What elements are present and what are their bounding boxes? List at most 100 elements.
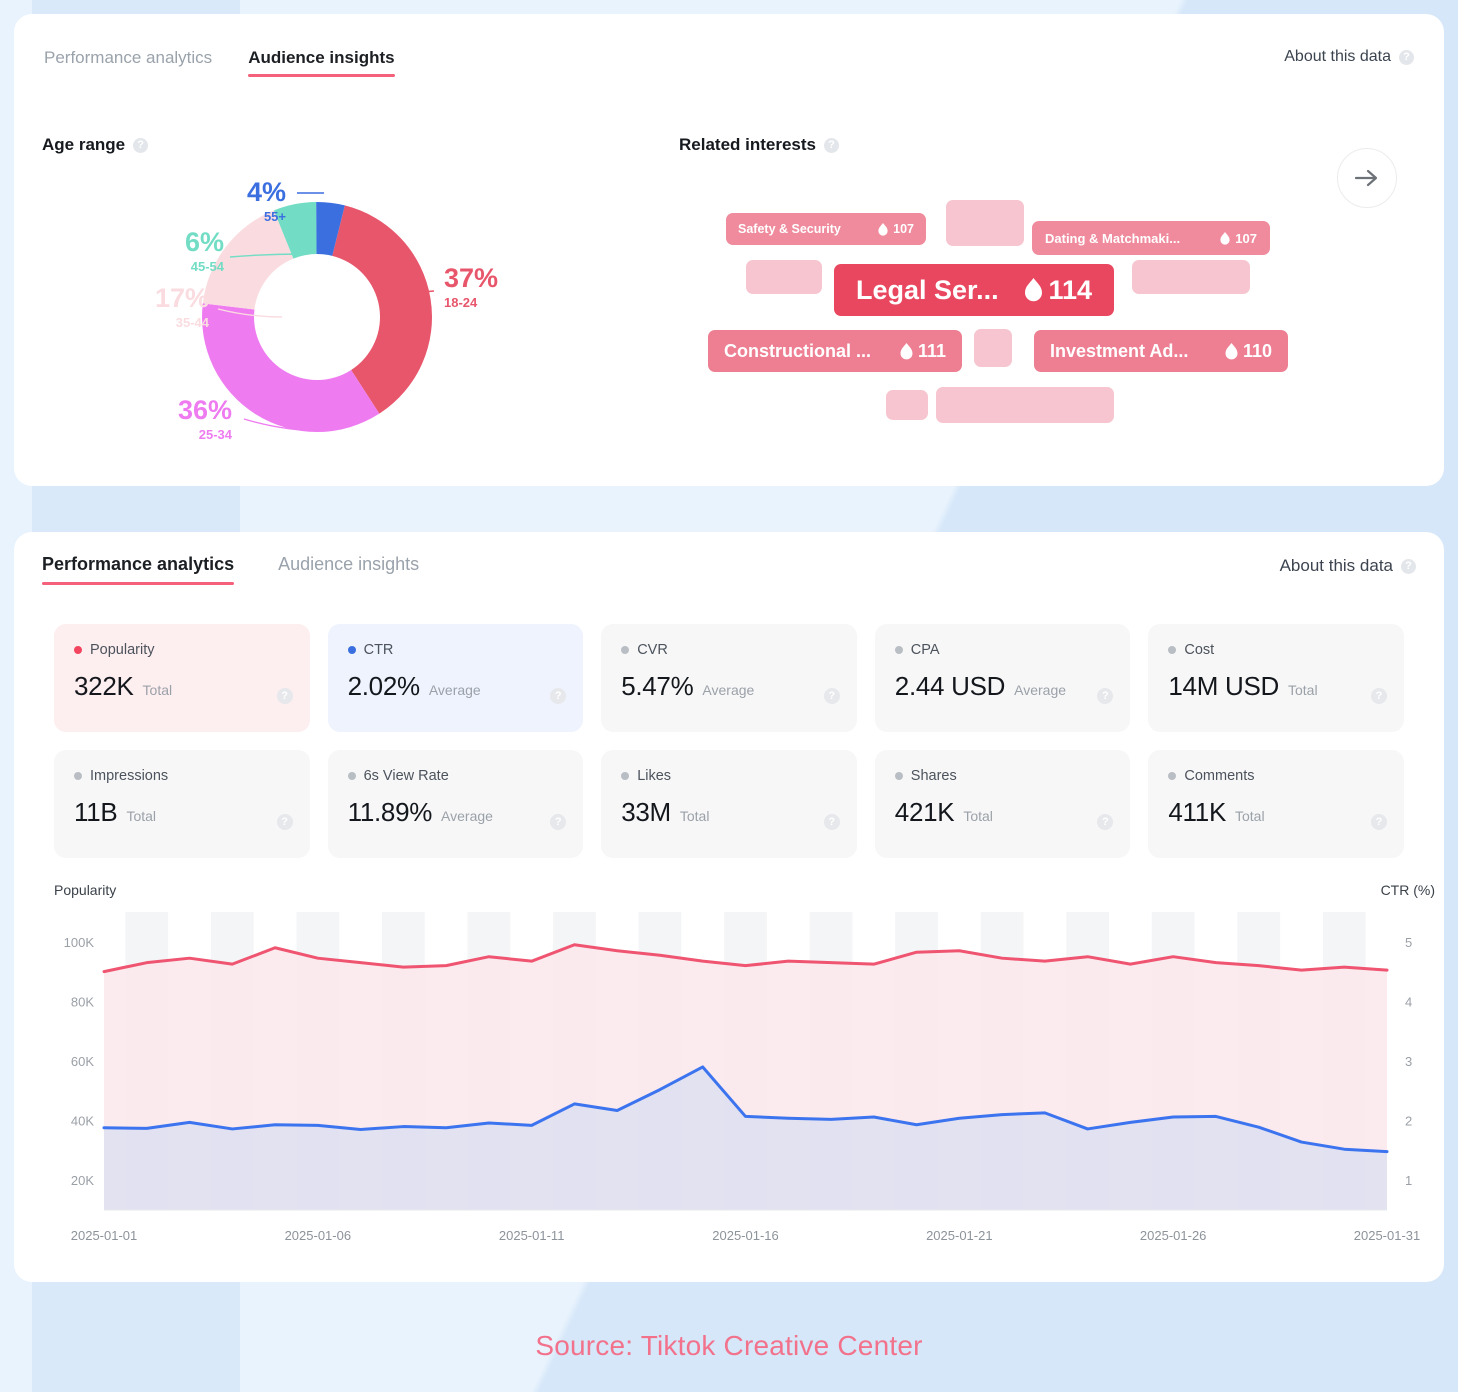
flame-icon [1220,231,1230,245]
interest-chip-dating-matchmaking[interactable]: Dating & Matchmaki... 107 [1032,221,1270,255]
kpi-name: Shares [910,768,957,784]
flame-icon [1025,278,1043,302]
kpi-name: CVR [637,642,668,658]
kpi-value-row: 421K Total [895,797,1113,828]
kpi-value-row: 411K Total [1168,797,1386,828]
interest-chip-legal-services[interactable]: Legal Ser... 114 [834,264,1114,316]
kpi-value-row: 2.44 USD Average [895,671,1113,702]
age-range-title: Age range ? [42,135,149,155]
help-icon[interactable]: ? [1371,688,1387,704]
kpi-color-dot [894,772,903,780]
kpi-card-shares[interactable]: Shares 421K Total? [874,750,1131,858]
arrow-right-icon [1354,169,1378,187]
interest-score: 107 [878,222,914,236]
kpi-card-ctr[interactable]: CTR 2.02% Average? [327,624,584,732]
help-icon[interactable]: ? [133,137,149,153]
kpi-header: CTR [347,642,566,658]
help-icon[interactable]: ? [1401,558,1416,574]
interest-chip-placeholder [886,390,928,420]
interest-label: Constructional ... [724,340,872,361]
kpi-unit: Average [441,808,493,824]
kpi-color-dot [621,646,630,654]
kpi-color-dot [74,772,82,780]
kpi-name: Popularity [90,642,155,658]
kpi-unit: Total [1234,808,1265,824]
kpi-header: 6s View Rate [347,768,566,784]
y-axis-left-tick: 20K [71,1173,94,1188]
interest-chip-constructional[interactable]: Constructional ... 111 [708,330,962,372]
help-icon[interactable]: ? [1371,814,1387,830]
kpi-card-comments[interactable]: Comments 411K Total? [1148,750,1404,858]
chart-svg: 20K 40K 60K 80K 100K 1 2 3 4 5 2025-01-01 2025-01-0… [64,912,1421,1243]
y-axis-left-tick: 80K [71,994,94,1009]
kpi-header: Comments [1168,768,1386,784]
interest-score-value: 111 [917,340,946,361]
donut-category-label: 18-24 [444,295,478,310]
kpi-unit: Total [679,808,710,824]
tab-label: Audience insights [278,554,420,574]
kpi-value: 14M USD [1168,671,1279,701]
flame-icon [1225,342,1238,359]
interest-score: 111 [900,341,946,362]
help-icon[interactable]: ? [823,814,840,830]
kpi-color-dot [347,772,356,780]
kpi-card-6s-view-rate[interactable]: 6s View Rate 11.89% Average? [327,750,584,858]
interest-score-value: 107 [893,222,914,236]
kpi-color-dot [621,772,630,780]
kpi-card-popularity[interactable]: Popularity 322K Total? [54,624,310,732]
kpi-header: Impressions [74,768,292,784]
tab-audience-insights[interactable]: Audience insights [278,554,419,585]
audience-insights-panel: Performance analytics Audience insights … [14,14,1444,486]
y-axis-right-title: CTR (%) [1380,882,1435,898]
about-this-data-label: About this data [1279,556,1393,575]
interest-chip-safety-security[interactable]: Safety & Security 107 [726,213,926,245]
kpi-card-likes[interactable]: Likes 33M Total? [601,750,857,858]
kpi-name: CTR [363,642,394,658]
tab-audience-insights[interactable]: Audience insights [248,48,396,77]
interest-label: Dating & Matchmaki... [1045,230,1181,246]
help-icon[interactable]: ? [824,137,839,153]
kpi-header: Cost [1168,642,1386,658]
help-icon[interactable]: ? [276,814,293,830]
x-axis-tick: 2025-01-31 [1354,1228,1421,1243]
kpi-unit: Total [963,808,993,824]
interest-chip-placeholder [946,200,1024,246]
kpi-card-cvr[interactable]: CVR 5.47% Average? [601,624,857,732]
about-this-data-link[interactable]: About this data ? [1280,556,1416,576]
kpi-card-impressions[interactable]: Impressions 11B Total? [54,750,310,858]
help-icon[interactable]: ? [1399,49,1414,65]
kpi-name: Likes [637,768,672,784]
about-this-data-link[interactable]: About this data ? [1284,48,1414,66]
kpi-card-cpa[interactable]: CPA 2.44 USD Average? [874,624,1131,732]
y-axis-left-title: Popularity [54,882,117,898]
kpi-color-dot [894,646,903,654]
tab-performance-analytics[interactable]: Performance analytics [42,554,235,585]
interest-score-value: 114 [1048,274,1092,305]
x-axis-tick: 2025-01-11 [499,1228,565,1243]
kpi-name: CPA [910,642,940,658]
donut-svg: 37% 18-24 36% 25-34 17% 35-44 6% 45-54 4% 55+ [155,177,498,442]
kpi-value-row: 5.47% Average [621,671,839,702]
next-page-button[interactable] [1337,148,1397,208]
x-axis-tick: 2025-01-06 [285,1228,352,1243]
kpi-value: 2.02% [347,671,421,701]
interest-score: 110 [1225,341,1272,362]
tab-performance-analytics[interactable]: Performance analytics [44,48,212,77]
donut-category-label: 45-54 [191,259,225,274]
interest-chip-investment-advisory[interactable]: Investment Ad... 110 [1034,330,1288,372]
kpi-value-row: 11B Total [74,797,292,828]
tab-label: Performance analytics [42,554,235,574]
kpi-name: Impressions [90,768,169,784]
y-axis-right-tick: 3 [1405,1054,1412,1069]
interest-label: Safety & Security [738,222,841,236]
y-axis-left-tick: 100K [64,935,95,950]
kpi-name: 6s View Rate [363,768,449,784]
kpi-card-cost[interactable]: Cost 14M USD Total? [1148,624,1404,732]
help-icon[interactable]: ? [823,688,840,704]
help-icon[interactable]: ? [276,688,293,704]
kpi-value: 33M [621,797,671,827]
kpi-value: 411K [1168,797,1226,827]
kpi-value: 322K [74,671,134,701]
interest-chip-placeholder [936,387,1114,423]
x-axis-tick: 2025-01-01 [71,1228,138,1243]
